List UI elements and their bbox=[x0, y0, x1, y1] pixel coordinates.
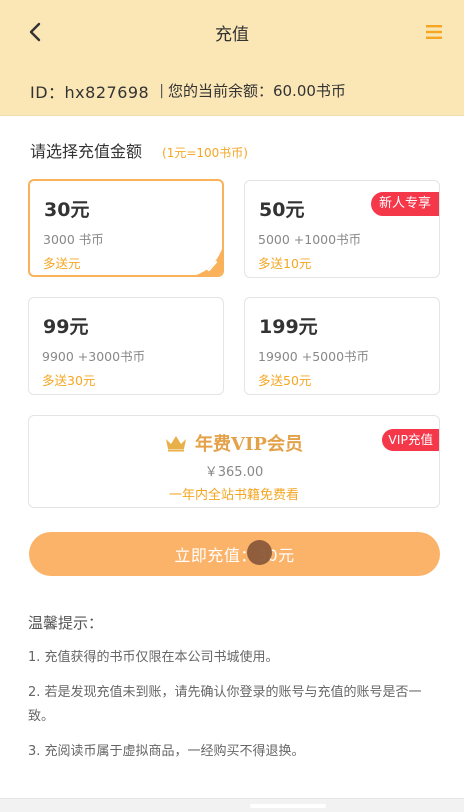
option-amount: 99元 bbox=[43, 316, 89, 338]
touch-indicator bbox=[247, 540, 272, 565]
recharge-option-50[interactable]: 50元 5000 +1000书币 多送10元 新人专享 bbox=[244, 180, 440, 278]
recharge-option-99[interactable]: 99元 9900 +3000书币 多送30元 bbox=[28, 297, 224, 395]
option-coins: 19900 +5000书币 bbox=[258, 349, 370, 364]
tips-title: 温馨提示： bbox=[28, 614, 104, 632]
recharge-option-199[interactable]: 199元 19900 +5000书币 多送50元 bbox=[244, 297, 440, 395]
vip-description: 一年内全站书籍免费看 bbox=[168, 488, 299, 503]
tip-item-2: 2. 若是发现充值未到账，请先确认你登录的账号与充值的账号是否一致。 bbox=[28, 685, 422, 724]
user-id: ID：hx827698 bbox=[30, 82, 150, 102]
menu-icon[interactable] bbox=[426, 24, 442, 40]
new-user-badge: 新人专享 bbox=[370, 192, 439, 216]
option-amount: 30元 bbox=[44, 199, 90, 221]
crown-icon bbox=[166, 436, 187, 452]
option-amount: 199元 bbox=[259, 316, 318, 338]
section-title: 请选择充值金额 bbox=[30, 142, 143, 161]
option-bonus: 多送元 bbox=[43, 256, 81, 271]
vip-title-row: 年费VIP会员 bbox=[29, 430, 439, 456]
selected-check-icon bbox=[196, 249, 222, 275]
recharge-option-30[interactable]: 30元 3000 书币 多送元 bbox=[28, 179, 224, 277]
option-bonus: 多送50元 bbox=[258, 373, 312, 388]
vip-membership-card[interactable]: 年费VIP会员 ￥365.00 一年内全站书籍免费看 VIP充值 bbox=[28, 415, 440, 508]
vip-price: ￥365.00 bbox=[204, 465, 264, 480]
home-indicator[interactable] bbox=[250, 804, 326, 808]
recharge-now-button[interactable]: 立即充值：30元 bbox=[29, 532, 440, 576]
tip-item-3: 3. 充阅读币属于虚拟商品，一经购买不得退换。 bbox=[28, 744, 305, 759]
vip-title: 年费VIP会员 bbox=[195, 434, 303, 455]
page-title: 充值 bbox=[215, 25, 249, 45]
vip-badge: VIP充值 bbox=[382, 429, 439, 451]
option-coins: 3000 书币 bbox=[43, 232, 104, 247]
option-coins: 9900 +3000书币 bbox=[42, 349, 146, 364]
option-amount: 50元 bbox=[259, 199, 305, 221]
option-bonus: 多送10元 bbox=[258, 256, 312, 271]
tip-item-1: 1. 充值获得的书币仅限在本公司书城使用。 bbox=[28, 650, 279, 665]
balance-bar: ID：hx827698 | 您的当前余额： 60.00书币 bbox=[0, 66, 464, 116]
bottom-bar bbox=[0, 798, 464, 812]
separator: | bbox=[159, 82, 164, 99]
section-header: 请选择充值金额 (1元=100书币) bbox=[30, 138, 248, 162]
balance-label: 您的当前余额： bbox=[167, 82, 273, 100]
option-bonus: 多送30元 bbox=[42, 373, 96, 388]
option-coins: 5000 +1000书币 bbox=[258, 232, 362, 247]
exchange-rate: (1元=100书币) bbox=[162, 146, 248, 160]
top-bar: 充值 bbox=[0, 0, 464, 66]
balance-value: 60.00书币 bbox=[272, 82, 346, 100]
